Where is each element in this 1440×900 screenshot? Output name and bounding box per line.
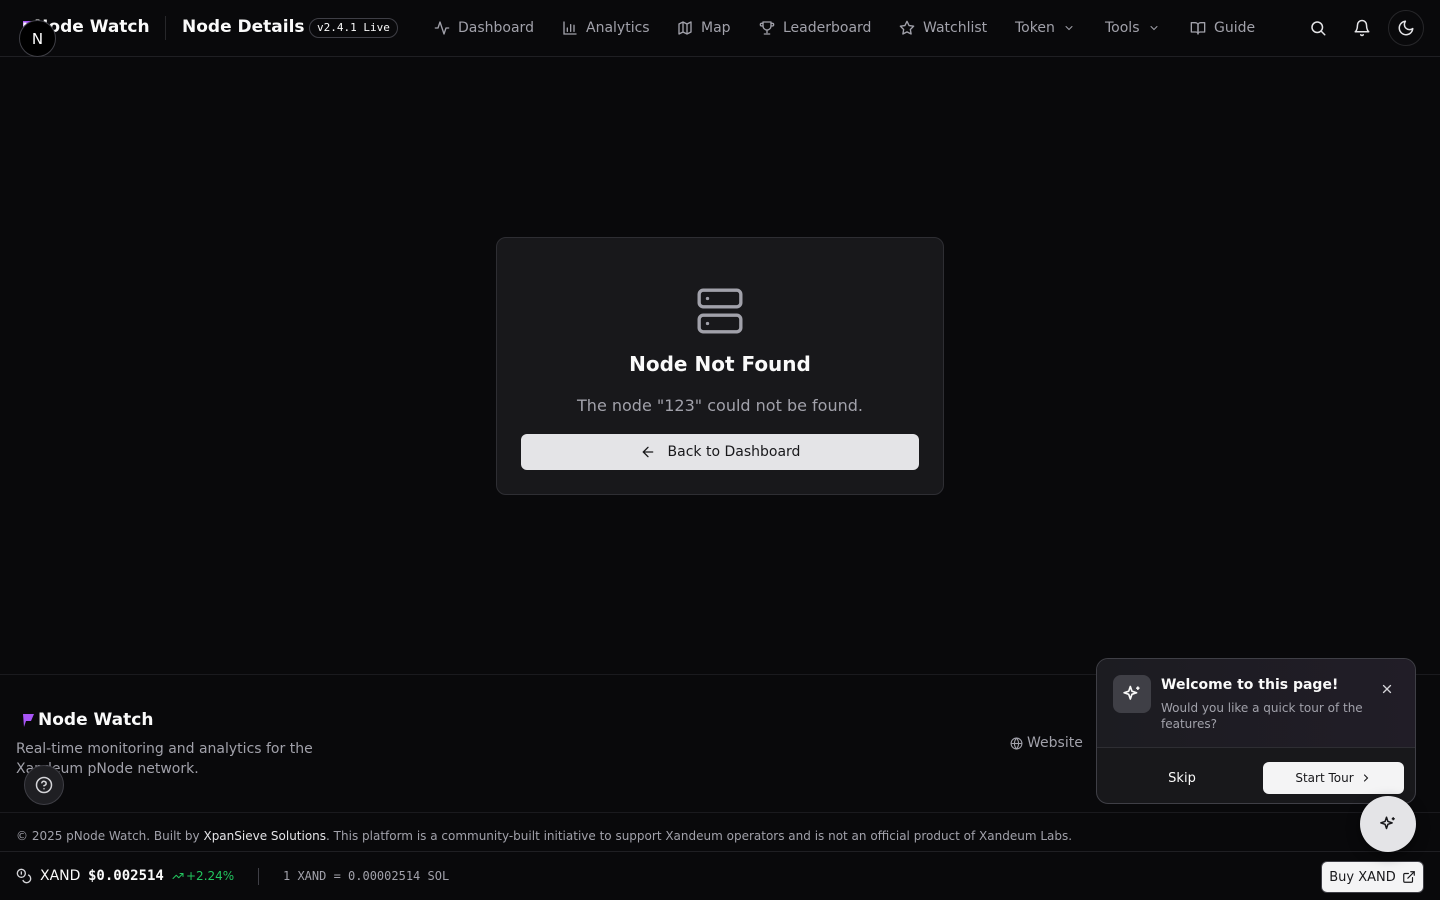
nav-label: Map [701,20,731,36]
footer-description: Real-time monitoring and analytics for t… [16,741,313,777]
help-button[interactable] [24,765,64,805]
header-divider [165,16,166,40]
start-tour-button[interactable]: Start Tour [1263,762,1404,794]
footer-divider [0,812,1440,813]
copyright-text: © 2025 pNode Watch. Built by XpanSieve S… [16,829,1072,843]
external-link-icon [1402,871,1415,883]
trophy-icon [759,21,775,35]
nav-label: Analytics [586,20,650,36]
star-icon [899,20,915,35]
tour-launcher-button[interactable] [1360,796,1416,852]
brand-logo-icon [23,714,34,727]
nav-label: Dashboard [458,20,534,36]
not-found-title: Node Not Found [629,352,811,376]
notifications-button[interactable] [1344,10,1380,46]
globe-icon [1010,736,1023,750]
nav-label: Guide [1214,20,1256,36]
search-button[interactable] [1300,10,1336,46]
buy-xand-button[interactable]: Buy XAND [1321,861,1424,893]
exchange-rate: 1 XAND = 0.00002514 SOL [283,869,450,883]
website-link[interactable]: Website [1010,735,1083,751]
nav-label: Token [1015,20,1055,36]
footer-brand: Node Watch [38,710,154,730]
page-title: Node Details [182,17,305,37]
coins-icon [16,868,32,884]
server-icon [697,288,743,334]
bell-icon [1354,19,1370,37]
arrow-left-icon [642,446,653,458]
tour-close-button[interactable] [1377,679,1397,699]
token-price: $0.002514 [88,868,164,884]
back-to-dashboard-button[interactable]: Back to Dashboard [521,434,919,470]
tour-icon-badge [1113,675,1151,713]
ticker-divider [258,868,259,885]
version-badge: v2.4.1 Live [309,18,398,38]
nav-tools-dropdown[interactable]: Tools [1105,0,1160,56]
not-found-message: The node "123" could not be found. [577,396,863,415]
chevron-right-icon [1363,774,1368,782]
author-link[interactable]: XpanSieve Solutions [203,829,326,843]
token-symbol: XAND [40,868,81,884]
nav-label: Leaderboard [783,20,872,36]
nav-analytics[interactable]: Analytics [562,0,650,56]
search-icon [1311,21,1326,36]
bar-chart-icon [563,21,577,35]
token-ticker-bar: XAND $0.002514 +2.24% 1 XAND = 0.0000251… [0,851,1440,900]
nav-token-dropdown[interactable]: Token [1015,0,1075,56]
sparkles-icon [1380,816,1395,830]
book-icon [1190,22,1206,35]
nav-leaderboard[interactable]: Leaderboard [759,0,871,56]
nav-label: Watchlist [923,20,988,36]
theme-toggle-button[interactable] [1388,10,1424,46]
tour-title: Welcome to this page! [1161,677,1339,693]
help-circle-icon [35,776,53,794]
trending-up-icon [172,873,184,879]
copyright-suffix: . This platform is a community-built ini… [326,829,1073,843]
tour-header: Welcome to this page! Would you like a q… [1097,659,1415,748]
tour-description: Would you like a quick tour of the featu… [1161,701,1363,731]
welcome-tour-popover: Welcome to this page! Would you like a q… [1096,658,1416,804]
nav-dashboard[interactable]: Dashboard [434,0,534,56]
copyright-prefix: © 2025 pNode Watch. Built by [16,829,204,843]
moon-icon [1398,20,1414,36]
map-icon [678,21,692,35]
nav-map[interactable]: Map [677,0,731,56]
chevron-down-icon [1065,26,1073,31]
not-found-card: Node Not Found The node "123" could not … [496,237,944,495]
sparkles-icon [1123,685,1140,700]
tour-skip-button[interactable]: Skip [1113,762,1251,794]
activity-icon [434,21,450,35]
start-tour-label: Start Tour [1295,771,1354,785]
website-label: Website [1027,735,1083,751]
price-change: +2.24% [172,869,234,883]
close-icon [1382,684,1392,694]
top-navigation-bar: pNode Watch N Node Details v2.4.1 Live D… [0,0,1440,57]
price-change-value: +2.24% [186,869,235,883]
nav-watchlist[interactable]: Watchlist [899,0,987,56]
nav-guide[interactable]: Guide [1190,0,1255,56]
chevron-down-icon [1150,26,1157,31]
back-button-label: Back to Dashboard [667,444,801,460]
buy-label: Buy XAND [1329,869,1396,885]
avatar[interactable]: N [19,20,56,57]
nav-label: Tools [1105,20,1140,36]
